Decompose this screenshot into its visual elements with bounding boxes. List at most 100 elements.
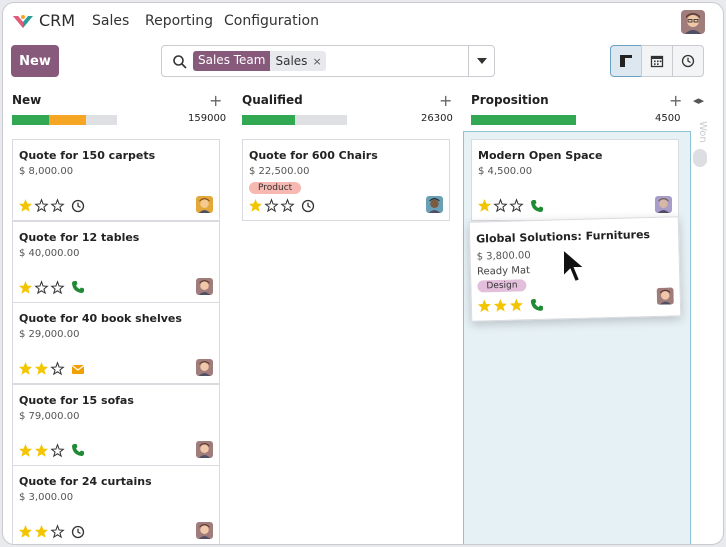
menu-sales[interactable]: Sales <box>92 13 129 29</box>
avatar-portrait-icon <box>196 440 213 458</box>
kanban-card[interactable]: Quote for 15 sofas $ 79,000.00 <box>12 383 220 466</box>
facet-remove-icon[interactable]: × <box>312 55 321 68</box>
kanban-view-button[interactable] <box>610 45 642 77</box>
avatar-portrait-icon <box>196 196 213 213</box>
card-avatar[interactable] <box>196 440 213 458</box>
avatar-portrait-icon <box>196 522 213 539</box>
star-filled-icon[interactable] <box>248 198 263 213</box>
card-tag[interactable]: Product <box>249 182 302 194</box>
kanban-card[interactable]: Quote for 600 Chairs $ 22,500.00 Product <box>242 139 450 221</box>
facet-value-text: Sales <box>275 54 308 68</box>
star-empty-icon[interactable] <box>280 198 295 213</box>
star-filled-icon[interactable] <box>18 524 33 539</box>
app-name[interactable]: CRM <box>39 11 75 30</box>
crm-logo-icon[interactable] <box>12 13 34 31</box>
kanban-card[interactable]: Modern Open Space $ 4,500.00 <box>471 139 679 221</box>
star-empty-icon[interactable] <box>50 198 65 213</box>
card-avatar[interactable] <box>426 196 443 213</box>
kanban-card[interactable]: Quote for 12 tables $ 40,000.00 <box>12 220 220 303</box>
column-title-qualified[interactable]: Qualified <box>242 93 303 107</box>
activity-view-button[interactable] <box>672 45 704 77</box>
star-empty-icon[interactable] <box>50 442 65 458</box>
clock-icon <box>681 54 695 68</box>
column-add-qualified-icon[interactable]: + <box>439 91 452 110</box>
column-total-qualified: 26300 <box>421 113 453 124</box>
star-empty-icon[interactable] <box>509 198 524 213</box>
star-empty-icon[interactable] <box>50 524 65 539</box>
card-avatar[interactable] <box>196 522 213 539</box>
star-filled-icon[interactable] <box>477 298 492 313</box>
card-avatar[interactable] <box>196 277 213 295</box>
column-title-new[interactable]: New <box>12 93 41 107</box>
star-empty-icon[interactable] <box>264 198 279 213</box>
column-total-proposition: 4500 <box>655 113 681 124</box>
clock-icon[interactable] <box>301 199 315 213</box>
progress-green <box>242 115 295 125</box>
card-amount: $ 29,000.00 <box>19 329 80 340</box>
caret-down-icon <box>476 58 487 64</box>
column-add-proposition-icon[interactable]: + <box>669 91 682 110</box>
avatar-portrait-icon <box>655 196 672 213</box>
card-avatar[interactable] <box>196 359 213 376</box>
star-filled-icon[interactable] <box>18 280 33 295</box>
column-title-proposition[interactable]: Proposition <box>471 93 549 107</box>
calendar-icon <box>650 55 664 68</box>
star-empty-icon[interactable] <box>50 279 65 295</box>
crm-window: CRM Sales Reporting Configuration New Sa… <box>2 2 724 545</box>
star-filled-icon[interactable] <box>18 443 33 458</box>
kanban-card[interactable]: Quote for 24 curtains $ 3,000.00 <box>12 465 220 544</box>
search-bar[interactable]: Sales Team Sales × <box>161 45 495 77</box>
column-add-new-icon[interactable]: + <box>209 91 222 110</box>
star-empty-icon[interactable] <box>493 198 508 213</box>
card-avatar[interactable] <box>196 196 213 213</box>
card-subtitle: Ready Mat <box>476 265 531 278</box>
column-progress-qualified[interactable] <box>242 115 347 125</box>
card-amount: $ 3,800.00 <box>476 250 531 263</box>
column-progress-new[interactable] <box>12 115 117 125</box>
phone-icon[interactable] <box>71 443 85 457</box>
star-empty-icon[interactable] <box>50 361 65 376</box>
card-title: Quote for 15 sofas <box>19 393 134 407</box>
new-button[interactable]: New <box>11 45 59 77</box>
clock-icon[interactable] <box>71 199 85 213</box>
user-avatar[interactable] <box>681 10 705 34</box>
card-avatar[interactable] <box>656 287 674 305</box>
star-filled-icon[interactable] <box>18 361 33 376</box>
star-filled-icon[interactable] <box>509 297 524 312</box>
envelope-icon[interactable] <box>71 362 85 376</box>
phone-icon[interactable] <box>71 280 85 294</box>
search-options-toggle[interactable] <box>468 46 494 76</box>
card-tag[interactable]: Design <box>477 279 527 293</box>
kanban-icon <box>620 55 632 67</box>
phone-icon[interactable] <box>530 199 544 213</box>
card-avatar[interactable] <box>655 196 672 213</box>
star-filled-icon[interactable] <box>477 198 492 213</box>
star-filled-icon[interactable] <box>34 443 49 458</box>
calendar-view-button[interactable] <box>641 45 673 77</box>
card-priority <box>18 442 85 458</box>
column-total-new: 159000 <box>188 113 227 124</box>
star-filled-icon[interactable] <box>34 524 49 539</box>
card-title: Quote for 150 carpets <box>19 149 156 162</box>
mouse-cursor-icon <box>562 247 588 284</box>
card-title: Modern Open Space <box>478 149 603 162</box>
menu-reporting[interactable]: Reporting <box>145 13 213 29</box>
star-filled-icon[interactable] <box>18 198 33 213</box>
column-progress-proposition[interactable] <box>471 115 576 125</box>
kanban-card[interactable]: Quote for 150 carpets $ 8,000.00 <box>12 139 220 221</box>
card-amount: $ 4,500.00 <box>478 166 533 177</box>
star-filled-icon[interactable] <box>34 361 49 376</box>
star-filled-icon[interactable] <box>493 298 508 313</box>
star-empty-icon[interactable] <box>34 279 49 295</box>
phone-icon[interactable] <box>530 297 544 311</box>
card-amount: $ 3,000.00 <box>19 492 74 503</box>
card-title: Quote for 600 Chairs <box>249 149 378 162</box>
star-empty-icon[interactable] <box>34 198 49 213</box>
menu-configuration[interactable]: Configuration <box>224 13 319 29</box>
card-amount: $ 40,000.00 <box>19 247 80 259</box>
clock-icon[interactable] <box>71 525 85 539</box>
folded-column-won[interactable]: Won <box>692 121 708 143</box>
progress-green <box>471 115 576 125</box>
fold-columns-icon[interactable]: ◂▸ <box>693 94 704 107</box>
kanban-card[interactable]: Quote for 40 book shelves $ 29,000.00 <box>12 302 220 384</box>
